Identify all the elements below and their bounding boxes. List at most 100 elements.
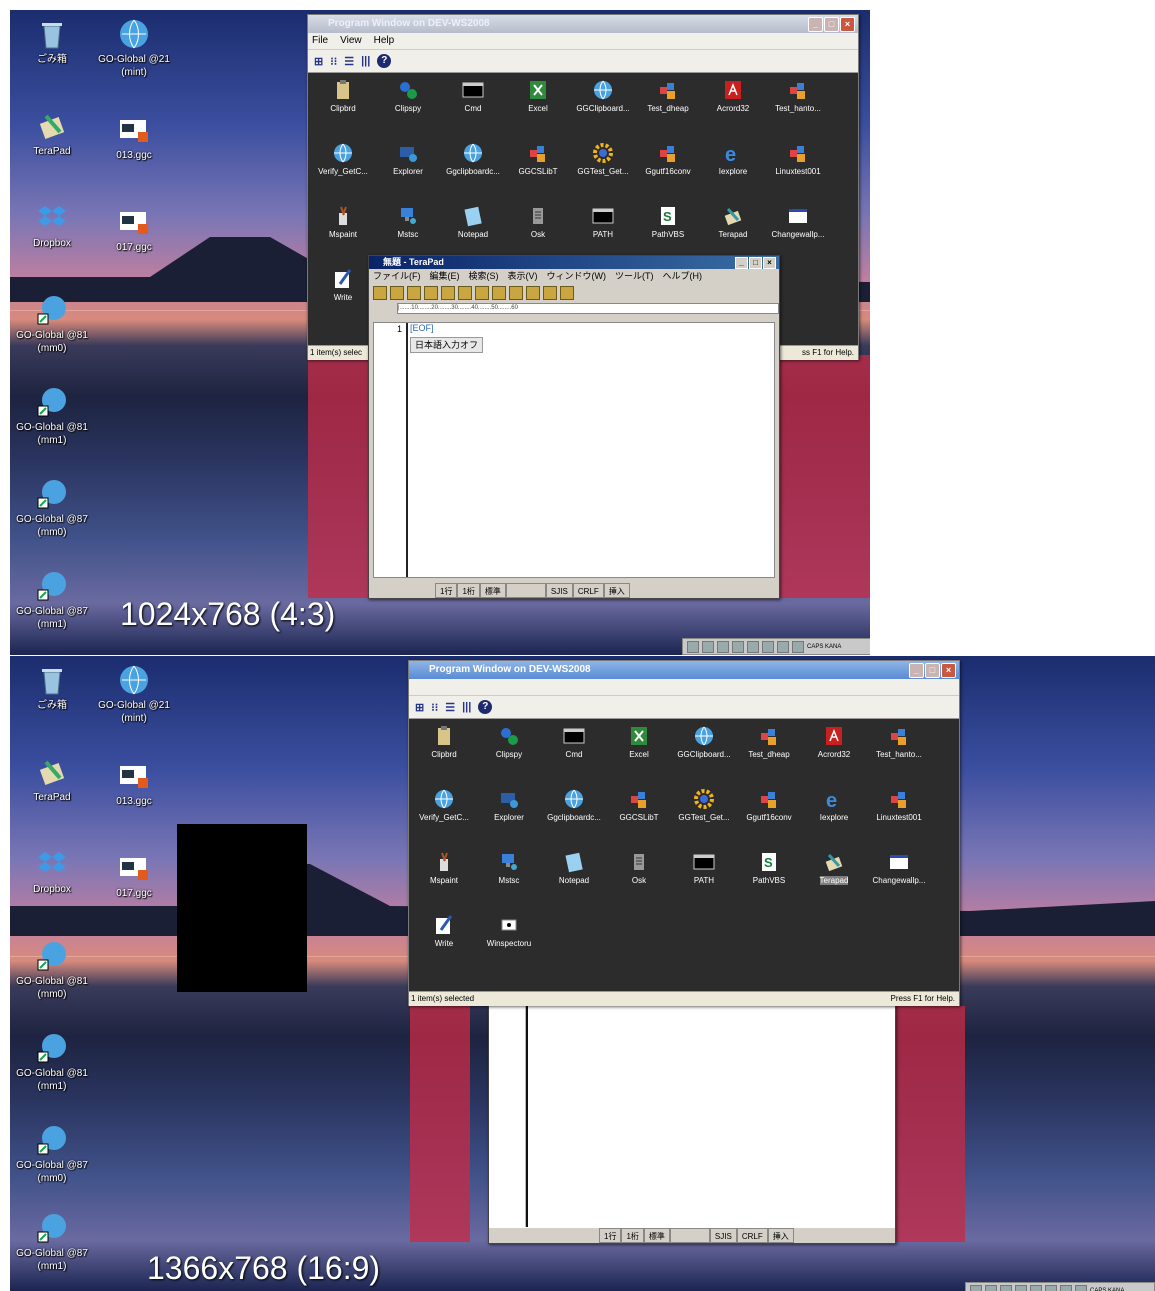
search-prev-icon[interactable] xyxy=(560,286,574,300)
desktop-icon-recycle-bin[interactable]: ごみ箱 xyxy=(12,664,92,712)
menu-help[interactable]: Help xyxy=(374,33,395,49)
ime-icon[interactable] xyxy=(762,640,774,653)
search-next-icon[interactable] xyxy=(543,286,557,300)
desktop-icon-go-global-81-mm1[interactable]: GO-Global @81 (mm1) xyxy=(12,386,92,447)
ime-icon[interactable] xyxy=(747,640,759,653)
large-icons-view-icon[interactable]: ⊞ xyxy=(415,701,424,714)
details-view-icon[interactable]: ||| xyxy=(462,701,471,713)
menu-search[interactable]: 検索(S) xyxy=(469,269,499,283)
ime-icon[interactable] xyxy=(732,640,744,653)
text-editor[interactable]: 1 [EOF] 日本語入力オフ xyxy=(373,322,775,578)
close-button[interactable]: × xyxy=(941,663,956,678)
small-icons-view-icon[interactable]: ⁝⁝ xyxy=(330,55,337,68)
help-icon[interactable] xyxy=(792,640,804,653)
program-item[interactable]: Linuxtest001 xyxy=(866,788,932,823)
list-view-icon[interactable]: ☰ xyxy=(445,701,455,714)
program-item[interactable]: Test_dheap xyxy=(635,79,701,114)
menu-file[interactable]: File xyxy=(312,33,328,49)
ime-icon[interactable] xyxy=(1000,1284,1012,1291)
terapad-window[interactable]: 無題 - TeraPad _ □ × ファイル(F) 編集(E) 検索(S) 表示(… xyxy=(368,255,780,599)
program-item[interactable]: GGCSLibT xyxy=(606,788,672,823)
program-item[interactable]: Changewallp... xyxy=(866,851,932,886)
program-item[interactable]: e Iexplore xyxy=(801,788,867,823)
program-item[interactable]: Explorer xyxy=(476,788,542,823)
program-item[interactable]: Test_dheap xyxy=(736,725,802,760)
close-button[interactable]: × xyxy=(840,17,855,32)
desktop-icon-go-global-87-mm0[interactable]: GO-Global @87 (mm0) xyxy=(12,1124,92,1185)
ime-icon[interactable] xyxy=(970,1284,982,1291)
program-item[interactable]: GGCSLibT xyxy=(505,142,571,177)
program-item[interactable]: Cmd xyxy=(541,725,607,760)
desktop-icon-go-global-87-mm1[interactable]: GO-Global @87 (mm1) xyxy=(12,1212,92,1273)
program-item[interactable]: Test_hanto... xyxy=(866,725,932,760)
desktop-icon-go-global-21[interactable]: GO-Global @21 (mint) xyxy=(94,18,174,79)
program-item[interactable]: Osk xyxy=(606,851,672,886)
program-item[interactable]: GGClipboard... xyxy=(570,79,636,114)
minimize-button[interactable]: _ xyxy=(909,663,924,678)
desktop-icon-go-global-87-mm0[interactable]: GO-Global @87 (mm0) xyxy=(12,478,92,539)
menu-view[interactable]: 表示(V) xyxy=(508,269,538,283)
program-item[interactable]: Mspaint xyxy=(411,851,477,886)
program-item[interactable]: Ggclipboardc... xyxy=(440,142,506,177)
maximize-button[interactable]: □ xyxy=(925,663,940,678)
desktop-icon-recycle-bin[interactable]: ごみ箱 xyxy=(12,18,92,66)
copy-icon[interactable] xyxy=(458,286,472,300)
program-item[interactable]: Excel xyxy=(606,725,672,760)
cut-icon[interactable] xyxy=(441,286,455,300)
print-icon[interactable] xyxy=(424,286,438,300)
program-item[interactable]: Ggutf16conv xyxy=(736,788,802,823)
program-item[interactable]: Excel xyxy=(505,79,571,114)
program-item[interactable]: Mspaint xyxy=(310,205,376,240)
close-button[interactable]: × xyxy=(763,257,776,269)
ime-icon[interactable] xyxy=(687,640,699,653)
program-item[interactable]: Write xyxy=(310,268,376,303)
help-icon[interactable] xyxy=(1075,1284,1087,1291)
minimize-button[interactable]: _ xyxy=(808,17,823,32)
undo-icon[interactable] xyxy=(492,286,506,300)
program-item[interactable]: Mstsc xyxy=(375,205,441,240)
program-item[interactable]: Clipspy xyxy=(375,79,441,114)
program-item[interactable]: GGTest_Get... xyxy=(671,788,737,823)
terapad-titlebar[interactable]: 無題 - TeraPad _ □ × xyxy=(369,256,779,269)
program-item[interactable]: Clipbrd xyxy=(310,79,376,114)
program-item[interactable]: Terapad xyxy=(700,205,766,240)
program-window-titlebar[interactable]: Program Window on DEV-WS2008 _ □ × xyxy=(409,661,959,679)
program-item[interactable]: Cmd xyxy=(440,79,506,114)
program-item[interactable]: Clipspy xyxy=(476,725,542,760)
program-item[interactable]: S PathVBS xyxy=(635,205,701,240)
program-window-titlebar[interactable]: Program Window on DEV-WS2008 _ □ × xyxy=(308,15,858,33)
details-view-icon[interactable]: ||| xyxy=(361,55,370,67)
program-item[interactable]: Terapad xyxy=(801,851,867,886)
program-item[interactable]: GGClipboard... xyxy=(671,725,737,760)
program-item[interactable]: S PathVBS xyxy=(736,851,802,886)
program-item[interactable]: Verify_GetC... xyxy=(411,788,477,823)
small-icons-view-icon[interactable]: ⁝⁝ xyxy=(431,701,438,714)
program-item[interactable]: Explorer xyxy=(375,142,441,177)
redo-icon[interactable] xyxy=(509,286,523,300)
program-item[interactable]: e Iexplore xyxy=(700,142,766,177)
desktop-icon-017-ggc[interactable]: 017.ggc xyxy=(94,206,174,254)
desktop-icon-go-global-81-mm0[interactable]: GO-Global @81 (mm0) xyxy=(12,940,92,1001)
desktop-icon-go-global-87-mm1[interactable]: GO-Global @87 (mm1) xyxy=(12,570,92,631)
ime-icon[interactable] xyxy=(717,640,729,653)
minimize-button[interactable]: _ xyxy=(735,257,748,269)
desktop-icon-go-global-81-mm0[interactable]: GO-Global @81 (mm0) xyxy=(12,294,92,355)
program-item[interactable]: Notepad xyxy=(440,205,506,240)
menu-file[interactable]: ファイル(F) xyxy=(373,269,421,283)
large-icons-view-icon[interactable]: ⊞ xyxy=(314,55,323,68)
program-item[interactable]: Mstsc xyxy=(476,851,542,886)
desktop-icon-017-ggc[interactable]: 017.ggc xyxy=(94,852,174,900)
help-icon[interactable]: ? xyxy=(478,700,493,714)
program-item[interactable]: Acrord32 xyxy=(801,725,867,760)
program-item[interactable]: Winspectoru xyxy=(476,914,542,949)
open-folder-icon[interactable] xyxy=(390,286,404,300)
help-icon[interactable]: ? xyxy=(377,54,392,68)
list-view-icon[interactable]: ☰ xyxy=(344,55,354,68)
program-item[interactable]: Verify_GetC... xyxy=(310,142,376,177)
program-item[interactable]: Test_hanto... xyxy=(765,79,831,114)
search-icon[interactable] xyxy=(526,286,540,300)
ime-icon[interactable] xyxy=(1060,1284,1072,1291)
ime-icon[interactable] xyxy=(1015,1284,1027,1291)
program-item[interactable]: Acrord32 xyxy=(700,79,766,114)
menu-help[interactable]: ヘルプ(H) xyxy=(663,269,703,283)
